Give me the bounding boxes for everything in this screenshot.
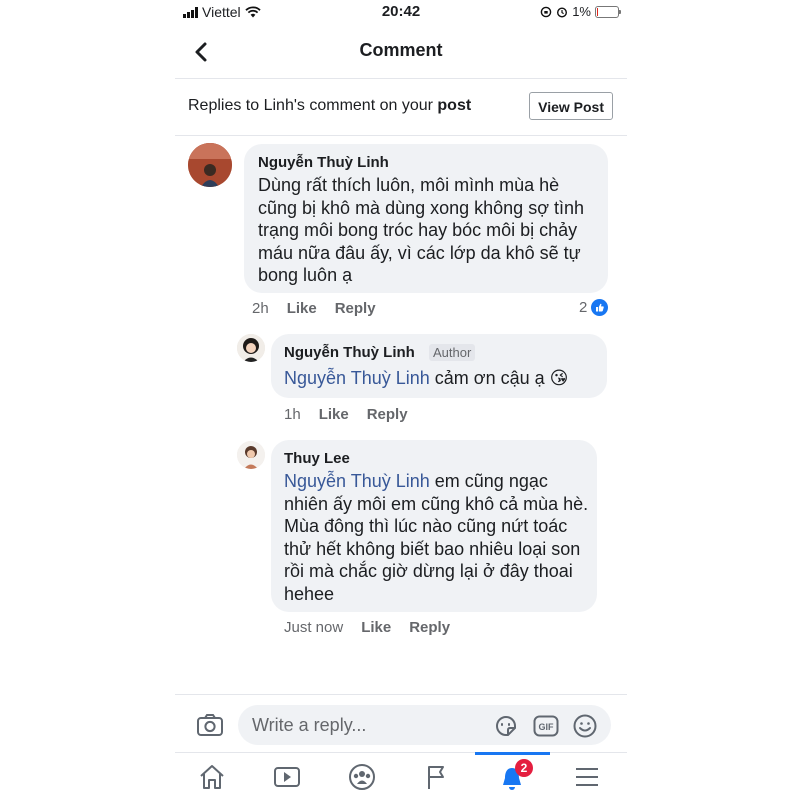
tab-home[interactable] bbox=[175, 753, 250, 801]
reply-action[interactable]: Reply bbox=[409, 619, 450, 636]
reply-bubble: Nguyễn Thuỳ Linh Author Nguyễn Thuỳ Linh… bbox=[271, 334, 607, 398]
tab-groups[interactable] bbox=[325, 753, 400, 801]
comment-time: 2h bbox=[252, 300, 269, 317]
reply-action[interactable]: Reply bbox=[367, 406, 408, 423]
avatar-photo bbox=[237, 441, 265, 469]
tab-notifications[interactable]: 2 bbox=[475, 752, 550, 803]
sticker-icon[interactable] bbox=[493, 713, 519, 739]
commenter-name[interactable]: Thuy Lee bbox=[284, 450, 350, 467]
page-title: Comment bbox=[359, 40, 443, 60]
notification-badge: 2 bbox=[515, 759, 533, 777]
avatar[interactable] bbox=[188, 143, 232, 187]
video-icon bbox=[274, 767, 300, 787]
reaction-count: 2 bbox=[579, 299, 588, 316]
reply-text: Nguyễn Thuỳ Linh cảm ơn cậu ạ 😘 bbox=[284, 367, 600, 390]
bottom-tab-bar: 2 bbox=[175, 752, 627, 801]
reply-placeholder: Write a reply... bbox=[252, 715, 367, 735]
like-action[interactable]: Like bbox=[319, 406, 349, 423]
avatar-photo bbox=[188, 143, 232, 187]
view-post-button[interactable]: View Post bbox=[529, 92, 613, 120]
like-reaction-icon bbox=[591, 299, 609, 316]
reply-body: cảm ơn cậu ạ 😘 bbox=[429, 368, 569, 388]
nav-bar: Comment bbox=[175, 26, 627, 79]
comment-bubble: Nguyễn Thuỳ Linh Dùng rất thích luôn, mô… bbox=[244, 144, 608, 293]
gif-icon[interactable]: GIF bbox=[533, 713, 559, 739]
phone-screen: Viettel 20:42 1% Comment Replies to Linh… bbox=[175, 0, 627, 800]
pages-flag-icon bbox=[428, 766, 444, 789]
tab-menu[interactable] bbox=[550, 753, 625, 801]
reply-actions: Just now Like Reply bbox=[284, 619, 450, 636]
reply-context-text: Replies to Linh's comment on your post bbox=[188, 97, 471, 115]
comment-text: Dùng rất thích luôn, môi mình mùa hè cũn… bbox=[258, 175, 585, 285]
battery-icon bbox=[595, 5, 621, 18]
reply-bubble: Thuy Lee Nguyễn Thuỳ Linh em cũng ngạc n… bbox=[271, 440, 597, 612]
groups-icon bbox=[349, 764, 375, 790]
reply-context-bar: Replies to Linh's comment on your post V… bbox=[175, 79, 627, 136]
system-indicators: 1% bbox=[540, 4, 621, 19]
avatar[interactable] bbox=[237, 334, 265, 362]
battery-percent: 1% bbox=[572, 4, 591, 19]
mention-link[interactable]: Nguyễn Thuỳ Linh bbox=[284, 471, 430, 491]
emoji-icon[interactable] bbox=[572, 713, 598, 739]
author-badge: Author bbox=[429, 344, 476, 361]
tab-video[interactable] bbox=[250, 753, 325, 801]
like-action[interactable]: Like bbox=[361, 619, 391, 636]
tab-pages[interactable] bbox=[400, 753, 475, 801]
reply-input[interactable]: Write a reply... GIF bbox=[238, 705, 611, 745]
alarm-icon bbox=[557, 6, 568, 18]
like-action[interactable]: Like bbox=[287, 300, 317, 317]
context-post-word: post bbox=[437, 97, 472, 114]
context-prefix: Replies to Linh's comment on your bbox=[188, 97, 438, 114]
rotation-lock-icon bbox=[540, 6, 552, 17]
comment-time: 1h bbox=[284, 406, 301, 423]
reply-composer: Write a reply... GIF bbox=[175, 694, 627, 753]
battery-level bbox=[597, 7, 598, 16]
comment-time: Just now bbox=[284, 619, 344, 636]
reaction-summary[interactable]: 2 bbox=[579, 299, 609, 316]
commenter-name[interactable]: Nguyễn Thuỳ Linh bbox=[284, 344, 415, 361]
menu-icon bbox=[576, 768, 598, 786]
commenter-name[interactable]: Nguyễn Thuỳ Linh bbox=[258, 154, 389, 171]
reply-text: Nguyễn Thuỳ Linh em cũng ngạc nhiên ấy m… bbox=[284, 470, 590, 605]
gif-label: GIF bbox=[539, 722, 555, 732]
avatar-photo bbox=[237, 334, 265, 362]
avatar[interactable] bbox=[237, 441, 265, 469]
comment-actions: 2h Like Reply bbox=[252, 300, 376, 317]
status-bar: Viettel 20:42 1% bbox=[175, 0, 627, 24]
reply-actions: 1h Like Reply bbox=[284, 406, 408, 423]
home-icon bbox=[200, 765, 224, 789]
reply-action[interactable]: Reply bbox=[335, 300, 376, 317]
camera-icon[interactable] bbox=[196, 713, 224, 737]
mention-link[interactable]: Nguyễn Thuỳ Linh bbox=[284, 368, 430, 388]
